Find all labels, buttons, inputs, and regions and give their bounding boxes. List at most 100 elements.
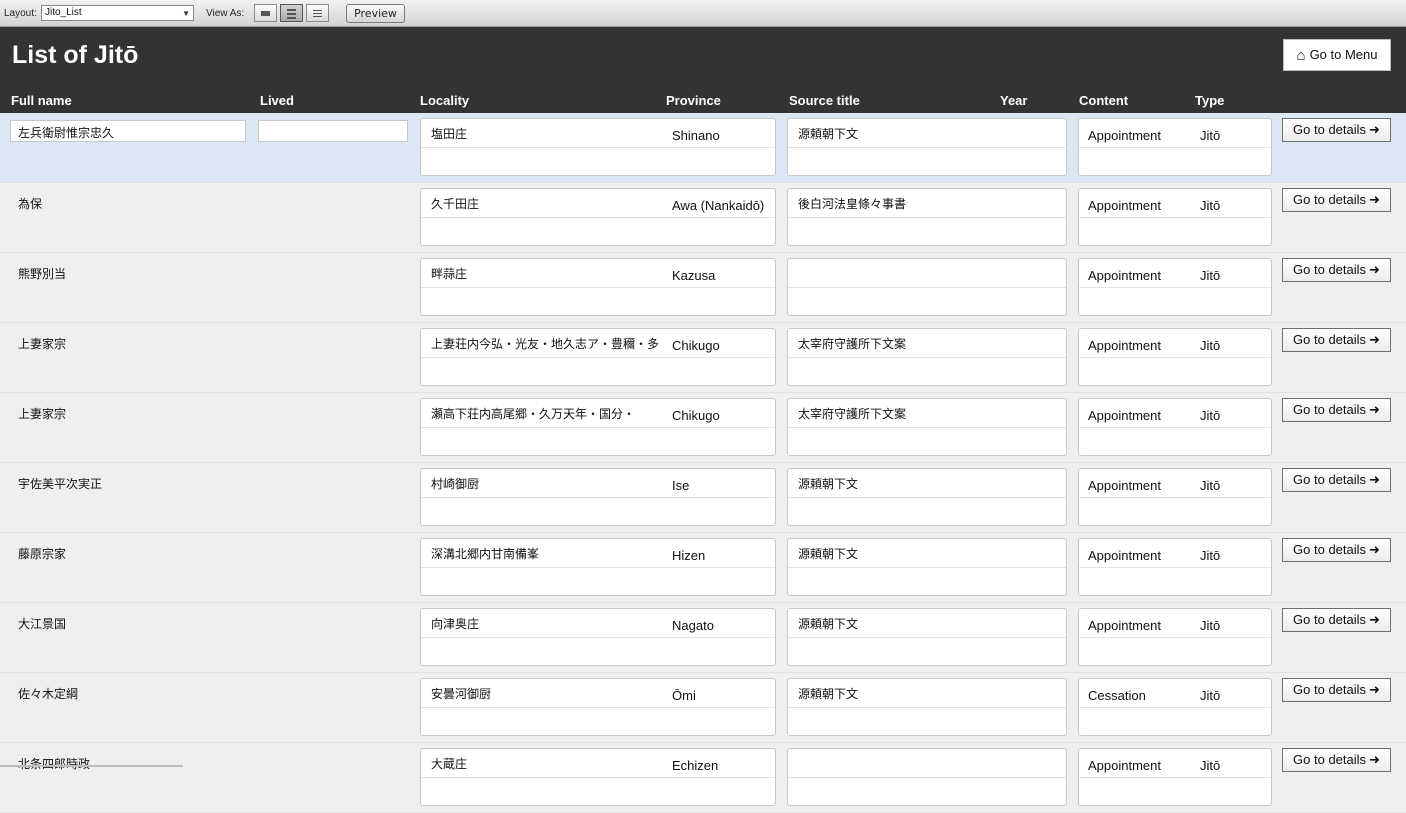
content-field[interactable]: Appointment <box>1088 478 1161 493</box>
full-name[interactable]: 大江景国 <box>18 615 66 632</box>
full-name[interactable]: 北条四郎時政 <box>18 755 90 772</box>
go-to-details-button[interactable]: Go to details ➜ <box>1282 678 1391 702</box>
full-name[interactable]: 宇佐美平次実正 <box>18 475 102 492</box>
table-row[interactable]: 大江景国 向津奥庄 Nagato 源頼朝下文 Appointment Jitō Go to … <box>0 603 1406 673</box>
go-to-details-button[interactable]: Go to details ➜ <box>1282 748 1391 772</box>
content-field[interactable]: Appointment <box>1088 268 1161 283</box>
go-to-details-button[interactable]: Go to details ➜ <box>1282 258 1391 282</box>
locality-field[interactable]: 向津奥庄 <box>431 615 663 631</box>
province-field[interactable]: Hizen <box>672 548 705 563</box>
go-to-details-label: Go to details <box>1293 682 1367 697</box>
arrow-right-icon: ➜ <box>1369 472 1380 487</box>
province-field[interactable]: Ise <box>672 478 689 493</box>
province-field[interactable]: Shinano <box>672 128 720 143</box>
go-to-details-label: Go to details <box>1293 542 1367 557</box>
content-type-box <box>1078 468 1272 526</box>
province-field[interactable]: Chikugo <box>672 408 720 423</box>
go-to-details-label: Go to details <box>1293 122 1367 137</box>
go-to-details-button[interactable]: Go to details ➜ <box>1282 328 1391 352</box>
source-title-field[interactable]: 後白河法皇條々事書 <box>798 195 906 212</box>
arrow-right-icon: ➜ <box>1369 682 1380 697</box>
locality-field[interactable]: 瀬高下荘内高尾郷・久万天年・国分・ <box>431 405 663 421</box>
go-to-details-button[interactable]: Go to details ➜ <box>1282 118 1391 142</box>
source-title-field[interactable]: 源頼朝下文 <box>798 615 858 632</box>
type-field[interactable]: Jitō <box>1200 198 1220 213</box>
province-field[interactable]: Chikugo <box>672 338 720 353</box>
go-to-details-label: Go to details <box>1293 332 1367 347</box>
column-header-lived: Lived <box>260 93 294 108</box>
source-title-field[interactable]: 源頼朝下文 <box>798 475 858 492</box>
full-name[interactable]: 為保 <box>18 195 42 212</box>
content-field[interactable]: Appointment <box>1088 408 1161 423</box>
go-to-details-button[interactable]: Go to details ➜ <box>1282 468 1391 492</box>
source-title-field[interactable]: 太宰府守護所下文案 <box>798 335 906 352</box>
type-field[interactable]: Jitō <box>1200 268 1220 283</box>
table-row[interactable]: 宇佐美平次実正 村崎御厨 Ise 源頼朝下文 Appointment Jitō Go to … <box>0 463 1406 533</box>
locality-field[interactable]: 久千田庄 <box>431 195 663 211</box>
go-to-details-button[interactable]: Go to details ➜ <box>1282 538 1391 562</box>
province-field[interactable]: Awa (Nankaidō) <box>672 198 764 213</box>
content-type-box <box>1078 398 1272 456</box>
table-row[interactable]: 左兵衛尉惟宗忠久 塩田庄 Shinano 源頼朝下文 Appointment Jitō Go… <box>0 113 1406 183</box>
home-icon: ⌂ <box>1296 47 1306 64</box>
locality-field[interactable]: 上妻荘内今弘・光友・地久志ア・豊穪・多 <box>431 335 663 351</box>
type-field[interactable]: Jitō <box>1200 758 1220 773</box>
content-field[interactable]: Appointment <box>1088 198 1161 213</box>
table-view-button[interactable] <box>306 4 329 22</box>
table-row[interactable]: 佐々木定綱 安曇河御厨 Ōmi 源頼朝下文 Cessation Jitō Go to det… <box>0 673 1406 743</box>
source-title-field[interactable]: 源頼朝下文 <box>798 125 858 142</box>
go-to-details-button[interactable]: Go to details ➜ <box>1282 608 1391 632</box>
form-view-button[interactable] <box>254 4 277 22</box>
type-field[interactable]: Jitō <box>1200 128 1220 143</box>
content-field[interactable]: Appointment <box>1088 338 1161 353</box>
list-view-button[interactable] <box>280 4 303 22</box>
content-field[interactable]: Appointment <box>1088 548 1161 563</box>
table-row[interactable]: 上妻家宗 瀬高下荘内高尾郷・久万天年・国分・ Chikugo 太宰府守護所下文案 App… <box>0 393 1406 463</box>
table-row[interactable]: 上妻家宗 上妻荘内今弘・光友・地久志ア・豊穪・多 Chikugo 太宰府守護所下文案 A… <box>0 323 1406 393</box>
type-field[interactable]: Jitō <box>1200 688 1220 703</box>
go-to-details-label: Go to details <box>1293 402 1367 417</box>
arrow-right-icon: ➜ <box>1369 612 1380 627</box>
source-title-field[interactable]: 太宰府守護所下文案 <box>798 405 906 422</box>
province-field[interactable]: Nagato <box>672 618 714 633</box>
full-name[interactable]: 上妻家宗 <box>18 405 66 422</box>
locality-field[interactable]: 深溝北郷内甘南備峯 <box>431 545 663 561</box>
type-field[interactable]: Jitō <box>1200 478 1220 493</box>
content-field[interactable]: Appointment <box>1088 128 1161 143</box>
table-row[interactable]: 北条四郎時政 大蔵庄 Echizen Appointment Jitō Go to det… <box>0 743 1406 813</box>
locality-field[interactable]: 塩田庄 <box>431 125 663 141</box>
column-header-content: Content <box>1079 93 1129 108</box>
locality-field[interactable]: 大蔵庄 <box>431 755 663 771</box>
province-field[interactable]: Kazusa <box>672 268 715 283</box>
go-to-details-button[interactable]: Go to details ➜ <box>1282 398 1391 422</box>
table-row[interactable]: 熊野別当 畔蒜庄 Kazusa Appointment Jitō Go to detail… <box>0 253 1406 323</box>
full-name-field[interactable]: 左兵衛尉惟宗忠久 <box>10 120 246 142</box>
locality-field[interactable]: 畔蒜庄 <box>431 265 663 281</box>
full-name[interactable]: 藤原宗家 <box>18 545 66 562</box>
province-field[interactable]: Echizen <box>672 758 718 773</box>
content-field[interactable]: Appointment <box>1088 618 1161 633</box>
table-row[interactable]: 為保 久千田庄 Awa (Nankaidō) 後白河法皇條々事書 Appointment… <box>0 183 1406 253</box>
full-name[interactable]: 上妻家宗 <box>18 335 66 352</box>
go-to-menu-button[interactable]: ⌂ Go to Menu <box>1283 39 1391 71</box>
table-row[interactable]: 藤原宗家 深溝北郷内甘南備峯 Hizen 源頼朝下文 Appointment Jitō Go… <box>0 533 1406 603</box>
type-field[interactable]: Jitō <box>1200 338 1220 353</box>
content-type-box <box>1078 258 1272 316</box>
type-field[interactable]: Jitō <box>1200 548 1220 563</box>
source-title-field[interactable]: 源頼朝下文 <box>798 545 858 562</box>
type-field[interactable]: Jitō <box>1200 618 1220 633</box>
layout-select[interactable]: Jito_List ▼ <box>41 5 194 21</box>
type-field[interactable]: Jitō <box>1200 408 1220 423</box>
content-field[interactable]: Appointment <box>1088 758 1161 773</box>
full-name[interactable]: 佐々木定綱 <box>18 685 78 702</box>
full-name[interactable]: 熊野別当 <box>18 265 66 282</box>
lived-field[interactable] <box>258 120 408 142</box>
content-field[interactable]: Cessation <box>1088 688 1146 703</box>
go-to-details-button[interactable]: Go to details ➜ <box>1282 188 1391 212</box>
source-title-field[interactable]: 源頼朝下文 <box>798 685 858 702</box>
locality-field[interactable]: 安曇河御厨 <box>431 685 663 701</box>
column-header-type: Type <box>1195 93 1225 108</box>
locality-field[interactable]: 村崎御厨 <box>431 475 663 491</box>
province-field[interactable]: Ōmi <box>672 688 696 703</box>
preview-button[interactable]: Preview <box>346 4 405 23</box>
